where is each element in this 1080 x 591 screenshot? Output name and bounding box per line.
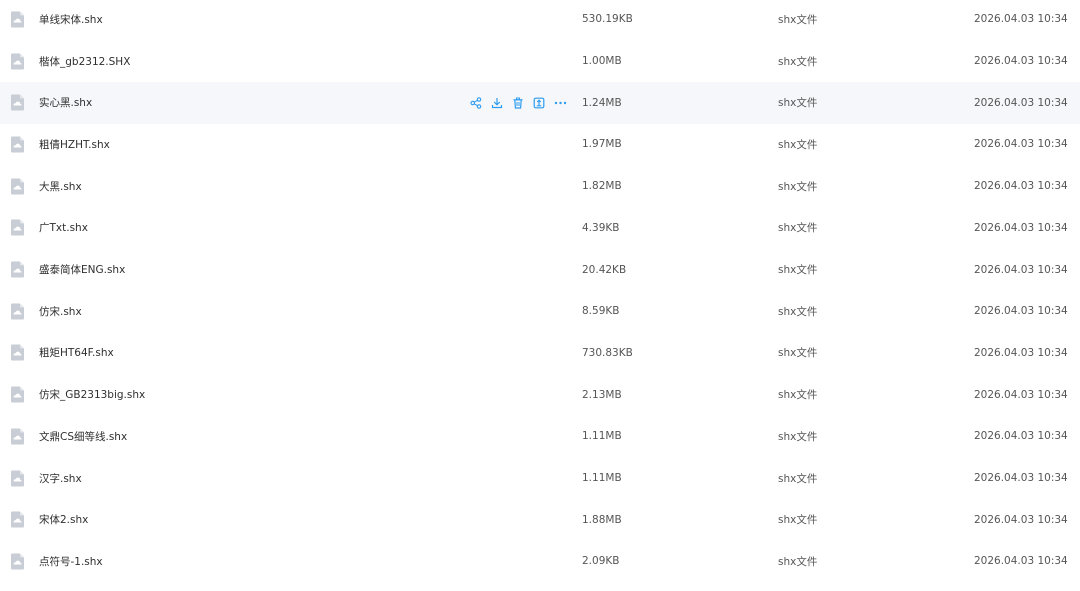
share-icon bbox=[470, 96, 482, 109]
file-name[interactable]: 盛泰简体ENG.shx bbox=[39, 262, 125, 277]
share-button[interactable] bbox=[469, 96, 483, 110]
file-modified-date: 2026.04.03 10:34 bbox=[974, 263, 1068, 276]
delete-button[interactable] bbox=[511, 96, 525, 110]
file-modified-date: 2026.04.03 10:34 bbox=[974, 472, 1068, 485]
file-type: shx文件 bbox=[778, 222, 818, 235]
file-size: 730.83KB bbox=[582, 346, 633, 359]
shx-file-icon bbox=[9, 53, 26, 70]
file-row[interactable]: 点符号-1.shx 2.09KB shx文件 2026.04.03 10:34 bbox=[0, 541, 1080, 583]
file-size: 1.11MB bbox=[582, 472, 622, 485]
file-type: shx文件 bbox=[778, 305, 818, 318]
file-name[interactable]: 粗矩HT64F.shx bbox=[39, 345, 114, 360]
file-row[interactable]: 仿宋.shx 8.59KB shx文件 2026.04.03 10:34 bbox=[0, 290, 1080, 332]
file-row[interactable]: 单线宋体.shx 530.19KB shx文件 2026.04.03 10:34 bbox=[0, 0, 1080, 40]
file-size: 1.00MB bbox=[582, 55, 622, 68]
file-row[interactable]: 文鼎CS细等线.shx 1.11MB shx文件 2026.04.03 10:34 bbox=[0, 416, 1080, 458]
file-name[interactable]: 宋体2.shx bbox=[39, 512, 88, 527]
more-button[interactable] bbox=[553, 96, 567, 110]
file-modified-date: 2026.04.03 10:34 bbox=[974, 55, 1068, 68]
file-name[interactable]: 粗倩HZHT.shx bbox=[39, 137, 110, 152]
file-type: shx文件 bbox=[778, 55, 818, 68]
file-size: 1.97MB bbox=[582, 138, 622, 151]
file-name[interactable]: 点符号-1.shx bbox=[39, 554, 103, 569]
file-name[interactable]: 仿宋.shx bbox=[39, 304, 82, 319]
shx-file-icon bbox=[9, 219, 26, 236]
file-type: shx文件 bbox=[778, 472, 818, 485]
file-row[interactable]: 粗倩HZHT.shx 1.97MB shx文件 2026.04.03 10:34 bbox=[0, 124, 1080, 166]
file-modified-date: 2026.04.03 10:34 bbox=[974, 221, 1068, 234]
shx-file-icon bbox=[9, 261, 26, 278]
file-size: 2.13MB bbox=[582, 388, 622, 401]
file-row[interactable]: 仿宋_GB2313big.shx 2.13MB shx文件 2026.04.03 10… bbox=[0, 374, 1080, 416]
file-modified-date: 2026.04.03 10:34 bbox=[974, 96, 1068, 109]
file-name[interactable]: 广Txt.shx bbox=[39, 220, 88, 235]
file-row[interactable]: 楷体_gb2312.SHX 1.00MB shx文件 2026.04.03 10:34 bbox=[0, 40, 1080, 82]
file-type: shx文件 bbox=[778, 430, 818, 443]
file-type: shx文件 bbox=[778, 555, 818, 568]
shx-file-icon bbox=[9, 511, 26, 528]
file-modified-date: 2026.04.03 10:34 bbox=[974, 305, 1068, 318]
file-modified-date: 2026.04.03 10:34 bbox=[974, 513, 1068, 526]
file-size: 4.39KB bbox=[582, 221, 620, 234]
file-type: shx文件 bbox=[778, 138, 818, 151]
shx-file-icon bbox=[9, 386, 26, 403]
file-row[interactable]: 汉字.shx 1.11MB shx文件 2026.04.03 10:34 bbox=[0, 457, 1080, 499]
file-size: 8.59KB bbox=[582, 305, 620, 318]
file-size: 1.82MB bbox=[582, 180, 622, 193]
file-name[interactable]: 大黑.shx bbox=[39, 179, 82, 194]
file-modified-date: 2026.04.03 10:34 bbox=[974, 180, 1068, 193]
file-type: shx文件 bbox=[778, 347, 818, 360]
download-icon bbox=[491, 97, 503, 109]
more-icon bbox=[554, 97, 567, 109]
file-modified-date: 2026.04.03 10:34 bbox=[974, 138, 1068, 151]
file-size: 20.42KB bbox=[582, 263, 627, 276]
file-row[interactable]: 广Txt.shx 4.39KB shx文件 2026.04.03 10:34 bbox=[0, 207, 1080, 249]
shx-file-icon bbox=[9, 11, 26, 28]
file-name[interactable]: 仿宋_GB2313big.shx bbox=[39, 387, 145, 402]
shx-file-icon bbox=[9, 178, 26, 195]
shx-file-icon bbox=[9, 136, 26, 153]
shx-file-icon bbox=[9, 94, 26, 111]
file-name[interactable]: 实心黑.shx bbox=[39, 95, 92, 110]
file-row[interactable]: 粗矩HT64F.shx 730.83KB shx文件 2026.04.03 10:34 bbox=[0, 332, 1080, 374]
file-row[interactable]: 实心黑.shx 1.24MB shx文件 2026.04.03 10:34 bbox=[0, 81, 1080, 124]
file-size: 1.88MB bbox=[582, 513, 622, 526]
file-size: 1.24MB bbox=[582, 96, 622, 109]
file-modified-date: 2026.04.03 10:34 bbox=[974, 555, 1068, 568]
file-type: shx文件 bbox=[778, 13, 818, 26]
file-modified-date: 2026.04.03 10:34 bbox=[974, 13, 1068, 26]
file-type: shx文件 bbox=[778, 389, 818, 402]
delete-icon bbox=[512, 97, 524, 109]
file-modified-date: 2026.04.03 10:34 bbox=[974, 430, 1068, 443]
shx-file-icon bbox=[9, 470, 26, 487]
shx-file-icon bbox=[9, 428, 26, 445]
file-list: 单线宋体.shx 530.19KB shx文件 2026.04.03 10:34 楷体_… bbox=[0, 0, 1080, 591]
file-size: 1.11MB bbox=[582, 430, 622, 443]
file-name[interactable]: 楷体_gb2312.SHX bbox=[39, 54, 130, 69]
file-type: shx文件 bbox=[778, 97, 818, 110]
shx-file-icon bbox=[9, 553, 26, 570]
file-row[interactable]: 盛泰简体ENG.shx 20.42KB shx文件 2026.04.03 10:34 bbox=[0, 249, 1080, 291]
download-button[interactable] bbox=[490, 96, 504, 110]
move-icon bbox=[533, 97, 545, 109]
file-modified-date: 2026.04.03 10:34 bbox=[974, 388, 1068, 401]
shx-file-icon bbox=[9, 344, 26, 361]
file-type: shx文件 bbox=[778, 264, 818, 277]
file-name[interactable]: 汉字.shx bbox=[39, 471, 82, 486]
file-type: shx文件 bbox=[778, 180, 818, 193]
file-size: 530.19KB bbox=[582, 13, 633, 26]
file-name[interactable]: 单线宋体.shx bbox=[39, 12, 103, 27]
file-modified-date: 2026.04.03 10:34 bbox=[974, 346, 1068, 359]
file-row[interactable]: 大黑.shx 1.82MB shx文件 2026.04.03 10:34 bbox=[0, 165, 1080, 207]
shx-file-icon bbox=[9, 303, 26, 320]
file-row[interactable]: 宋体2.shx 1.88MB shx文件 2026.04.03 10:34 bbox=[0, 499, 1080, 541]
file-size: 2.09KB bbox=[582, 555, 620, 568]
file-name[interactable]: 文鼎CS细等线.shx bbox=[39, 429, 127, 444]
row-actions bbox=[469, 96, 567, 110]
file-type: shx文件 bbox=[778, 514, 818, 527]
move-button[interactable] bbox=[532, 96, 546, 110]
